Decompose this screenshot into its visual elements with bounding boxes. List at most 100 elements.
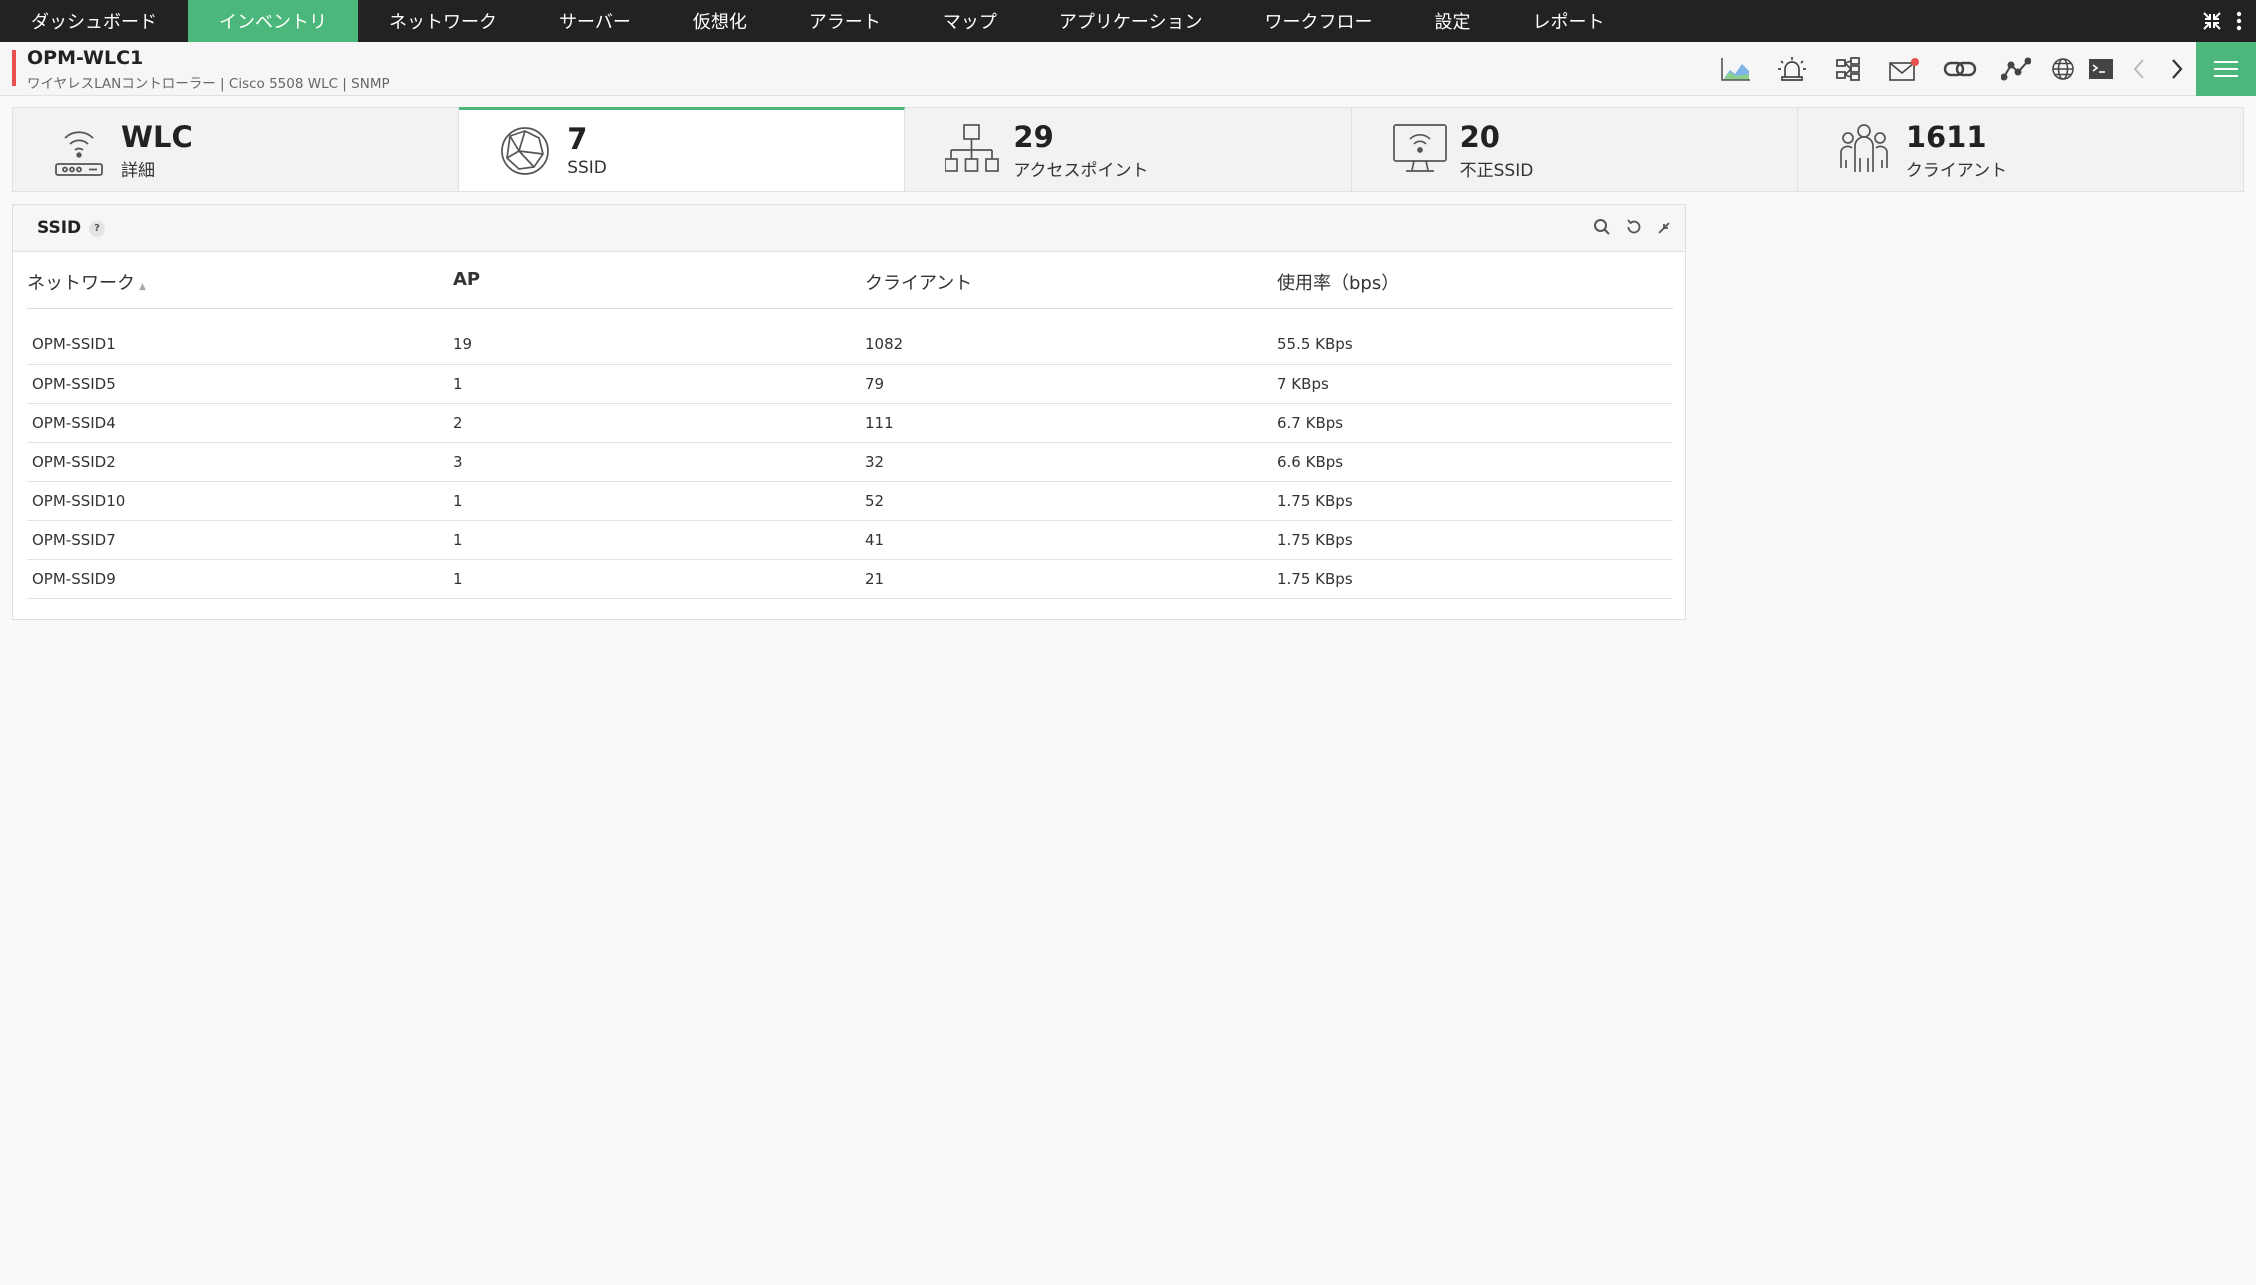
- device-header: OPM-WLC1 ワイヤレスLANコントローラー | Cisco 5508 WL…: [0, 42, 2256, 96]
- tile-value: 20: [1459, 120, 1500, 154]
- cell-usage: 1.75 KBps: [1265, 481, 1673, 521]
- tile-label: 詳細: [121, 161, 155, 181]
- tile-label: アクセスポイント: [1013, 161, 1149, 181]
- column-header-clients[interactable]: クライアント: [853, 261, 1265, 309]
- cell-clients: 111: [853, 403, 1265, 443]
- cell-ap: 1: [441, 520, 853, 560]
- tile-value: 29: [1013, 120, 1054, 154]
- panel-header: SSID ?: [13, 205, 1685, 252]
- nav-applications[interactable]: アプリケーション: [1028, 0, 1234, 42]
- collapse-icon[interactable]: [2202, 11, 2222, 31]
- search-icon[interactable]: [1593, 218, 1611, 240]
- cell-ap: 3: [441, 442, 853, 482]
- table-row[interactable]: OPM-SSID9 1 21 1.75 KBps: [27, 559, 1673, 599]
- table-header-row: ネットワーク ▲ AP クライアント 使用率（bps）: [27, 261, 1673, 309]
- globe-icon[interactable]: [2044, 42, 2082, 96]
- cell-network: OPM-SSID1: [27, 325, 441, 365]
- tile-value: WLC: [121, 120, 193, 154]
- cell-network: OPM-SSID2: [27, 442, 441, 482]
- sort-icon[interactable]: ▲: [139, 282, 146, 292]
- network-icon[interactable]: [1820, 42, 1876, 96]
- summary-tiles: WLC 詳細 7 SSID 29 アクセスポイント 20 不正SSID 1611…: [12, 107, 2244, 192]
- globe-network-icon: [499, 124, 551, 182]
- alarm-icon[interactable]: [1764, 42, 1820, 96]
- cell-clients: 41: [853, 520, 1265, 560]
- tile-clients[interactable]: 1611 クライアント: [1797, 108, 2244, 191]
- cell-clients: 79: [853, 364, 1265, 404]
- nav-alerts[interactable]: アラート: [778, 0, 912, 42]
- device-toolbar: [1708, 42, 2256, 96]
- cell-usage: 7 KBps: [1265, 364, 1673, 404]
- status-indicator: [12, 50, 16, 86]
- nav-server[interactable]: サーバー: [528, 0, 662, 42]
- cell-ap: 2: [441, 403, 853, 443]
- table-row[interactable]: OPM-SSID7 1 41 1.75 KBps: [27, 520, 1673, 560]
- nav-maps[interactable]: マップ: [912, 0, 1028, 42]
- minimize-icon[interactable]: [1657, 220, 1671, 239]
- cell-usage: 55.5 KBps: [1265, 325, 1673, 365]
- chart-icon[interactable]: [1708, 42, 1764, 96]
- nav-inventory[interactable]: インベントリ: [188, 0, 358, 42]
- device-subtitle: ワイヤレスLANコントローラー | Cisco 5508 WLC | SNMP: [27, 76, 390, 92]
- link-icon[interactable]: [1932, 42, 1988, 96]
- terminal-icon[interactable]: [2082, 42, 2120, 96]
- table-row[interactable]: OPM-SSID4 2 111 6.7 KBps: [27, 403, 1673, 443]
- help-icon[interactable]: ?: [89, 221, 105, 237]
- cell-ap: 19: [441, 325, 853, 365]
- tile-label: SSID: [567, 158, 607, 178]
- cell-ap: 1: [441, 481, 853, 521]
- cell-clients: 52: [853, 481, 1265, 521]
- refresh-icon[interactable]: [1625, 218, 1643, 240]
- cell-ap: 1: [441, 364, 853, 404]
- table-row[interactable]: OPM-SSID5 1 79 7 KBps: [27, 364, 1673, 404]
- tile-access-points[interactable]: 29 アクセスポイント: [905, 108, 1352, 191]
- tile-label: クライアント: [1905, 161, 2008, 181]
- hierarchy-icon: [944, 122, 1000, 180]
- cell-usage: 1.75 KBps: [1265, 559, 1673, 599]
- graph-icon[interactable]: [1988, 42, 2044, 96]
- tile-label: 不正SSID: [1459, 161, 1534, 181]
- nav-dashboard[interactable]: ダッシュボード: [0, 0, 188, 42]
- monitor-wifi-icon: [1392, 122, 1448, 180]
- nav-virtualization[interactable]: 仮想化: [662, 0, 778, 42]
- tile-rogue-ssid[interactable]: 20 不正SSID: [1351, 108, 1798, 191]
- nav-settings[interactable]: 設定: [1403, 0, 1501, 42]
- next-icon[interactable]: [2158, 42, 2196, 96]
- tile-ssid[interactable]: 7 SSID: [459, 107, 906, 191]
- cell-network: OPM-SSID10: [27, 481, 441, 521]
- tile-wlc[interactable]: WLC 詳細: [13, 108, 460, 191]
- nav-workflow[interactable]: ワークフロー: [1233, 0, 1403, 42]
- column-header-usage[interactable]: 使用率（bps）: [1265, 261, 1673, 309]
- cell-usage: 6.6 KBps: [1265, 442, 1673, 482]
- prev-icon[interactable]: [2120, 42, 2158, 96]
- cell-clients: 21: [853, 559, 1265, 599]
- menu-icon[interactable]: [2196, 42, 2256, 96]
- column-header-network[interactable]: ネットワーク ▲: [27, 261, 441, 309]
- mail-icon[interactable]: [1876, 42, 1932, 96]
- table-row[interactable]: OPM-SSID1 19 1082 55.5 KBps: [27, 325, 1673, 365]
- tile-value: 1611: [1905, 120, 1987, 154]
- ssid-panel: SSID ? ネットワーク ▲ AP クライアント 使用率（bps） OPM-S…: [12, 204, 1686, 620]
- cell-network: OPM-SSID5: [27, 364, 441, 404]
- top-navigation: ダッシュボード インベントリ ネットワーク サーバー 仮想化 アラート マップ …: [0, 0, 2256, 42]
- device-name: OPM-WLC1: [27, 47, 144, 69]
- router-icon: [53, 122, 105, 182]
- more-vertical-icon[interactable]: [2236, 11, 2242, 31]
- users-icon: [1838, 122, 1890, 180]
- cell-ap: 1: [441, 559, 853, 599]
- cell-clients: 32: [853, 442, 1265, 482]
- cell-network: OPM-SSID7: [27, 520, 441, 560]
- panel-title: SSID: [37, 218, 82, 238]
- table-row[interactable]: OPM-SSID10 1 52 1.75 KBps: [27, 481, 1673, 521]
- cell-network: OPM-SSID9: [27, 559, 441, 599]
- nav-network[interactable]: ネットワーク: [358, 0, 528, 42]
- ssid-table: ネットワーク ▲ AP クライアント 使用率（bps） OPM-SSID1 19 …: [27, 261, 1673, 599]
- cell-usage: 1.75 KBps: [1265, 520, 1673, 560]
- table-row[interactable]: OPM-SSID2 3 32 6.6 KBps: [27, 442, 1673, 482]
- tile-value: 7: [567, 122, 588, 156]
- cell-clients: 1082: [853, 325, 1265, 365]
- nav-reports[interactable]: レポート: [1501, 0, 1635, 42]
- cell-usage: 6.7 KBps: [1265, 403, 1673, 443]
- cell-network: OPM-SSID4: [27, 403, 441, 443]
- column-header-ap[interactable]: AP: [441, 261, 853, 309]
